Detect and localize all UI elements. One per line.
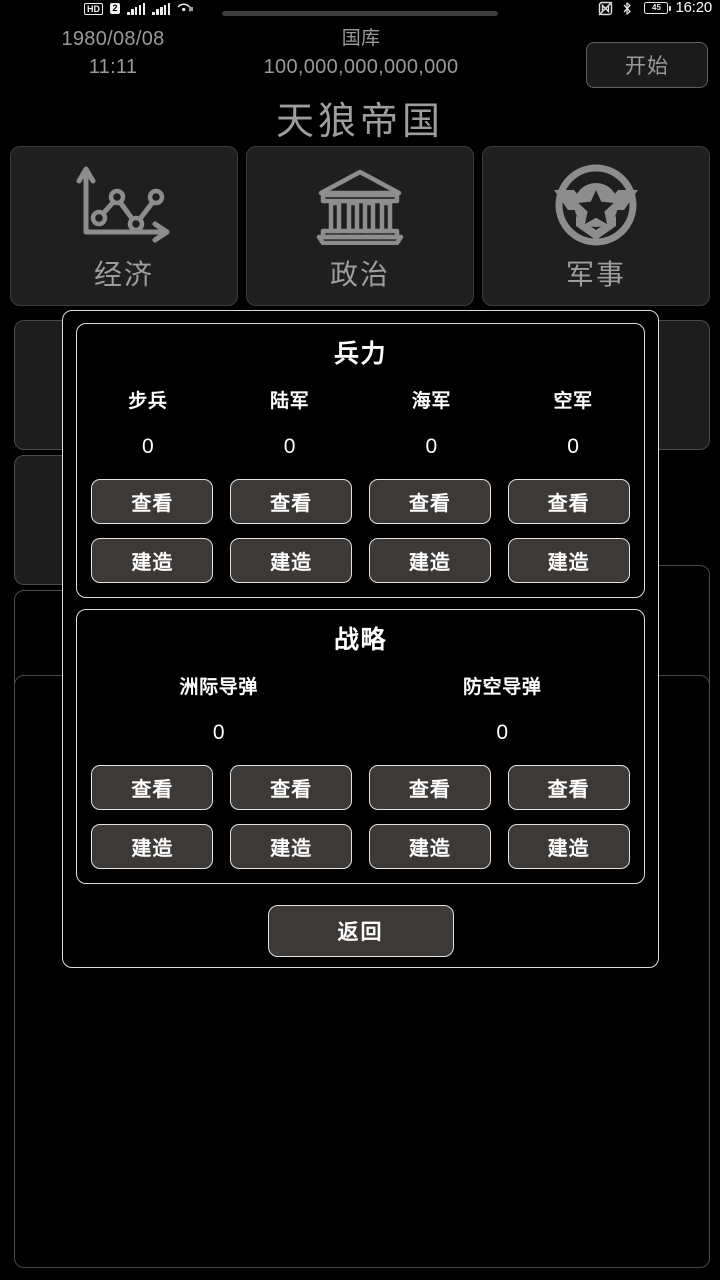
unit-cell-airforce: 空军 0 [502,386,644,459]
category-card-economy[interactable]: 经济 [10,146,238,306]
unit-value-icbm: 0 [212,721,225,744]
category-card-military[interactable]: 军事 [482,146,710,306]
unit-cell-infantry: 步兵 0 [77,386,219,459]
view-button-army[interactable]: 查看 [230,479,353,524]
strategy-build-button-row: 建造 建造 建造 建造 [77,824,644,869]
section-title-strategy: 战略 [333,626,387,654]
strategy-unit-row: 洲际导弹 0 防空导弹 0 [77,672,644,745]
category-label-economy: 经济 [93,259,154,290]
game-date: 1980/08/08 [61,28,165,50]
signal-bars-icon-1 [127,2,146,15]
unit-value-army: 0 [283,435,296,458]
section-strategy: 战略 洲际导弹 0 防空导弹 0 查看 查看 查看 查看 建造 建造 建造 建造 [76,609,645,884]
unit-cell-army: 陆军 0 [219,386,361,459]
view-button-airforce[interactable]: 查看 [507,479,630,524]
unit-name-icbm: 洲际导弹 [179,677,258,698]
military-modal: 兵力 步兵 0 陆军 0 海军 0 空军 0 查看 查看 查看 查看 建造 建造… [62,310,659,968]
unit-name-navy: 海军 [411,391,451,412]
wifi-icon [177,1,193,16]
unit-name-airforce: 空军 [553,391,593,412]
build-button-strategy-3[interactable]: 建造 [368,824,491,869]
status-bar-right: 45 16:20 [598,0,712,16]
unit-name-sam: 防空导弹 [463,677,542,698]
troops-view-button-row: 查看 查看 查看 查看 [77,479,644,524]
treasury-value: 100,000,000,000,000 [263,56,459,78]
unit-cell-icbm: 洲际导弹 0 [77,672,361,745]
battery-level-text: 45 [652,3,661,12]
game-date-block: 1980/08/08 11:11 [18,25,208,81]
military-badge-icon [550,159,642,251]
nfc-off-icon [598,1,614,16]
hd-badge-icon: HD [84,2,103,15]
game-screen: 1980 HD 2 [0,0,720,1280]
view-button-strategy-1[interactable]: 查看 [91,765,214,810]
strategy-view-button-row: 查看 查看 查看 查看 [77,765,644,810]
build-button-navy[interactable]: 建造 [368,538,491,583]
signal-bars-icon-2 [152,2,171,15]
troops-unit-row: 步兵 0 陆军 0 海军 0 空军 0 [77,386,644,459]
section-troops: 兵力 步兵 0 陆军 0 海军 0 空军 0 查看 查看 查看 查看 建造 建造… [76,323,645,598]
unit-value-sam: 0 [496,721,509,744]
line-chart-icon [72,159,176,251]
treasury-label: 国库 [341,28,381,49]
category-label-politics: 政治 [329,259,390,290]
category-card-politics[interactable]: 政治 [246,146,474,306]
section-title-troops: 兵力 [333,340,387,368]
unit-cell-navy: 海军 0 [361,386,503,459]
bank-building-icon [313,159,407,251]
build-button-strategy-2[interactable]: 建造 [230,824,353,869]
start-button[interactable]: 开始 [586,42,708,88]
back-button-wrap: 返回 [76,905,645,957]
category-label-military: 军事 [565,259,626,290]
battery-icon: 45 [644,2,672,14]
view-button-strategy-2[interactable]: 查看 [230,765,353,810]
back-button[interactable]: 返回 [267,905,454,957]
view-button-infantry[interactable]: 查看 [91,479,214,524]
category-cards: 经济 政治 军事 [10,146,710,306]
sim2-badge-icon: 2 [110,3,121,14]
view-button-navy[interactable]: 查看 [368,479,491,524]
build-button-airforce[interactable]: 建造 [507,538,630,583]
treasury-block: 国库 100,000,000,000,000 [255,25,467,81]
build-button-army[interactable]: 建造 [230,538,353,583]
view-button-strategy-4[interactable]: 查看 [507,765,630,810]
game-header: 1980/08/08 11:11 国库 100,000,000,000,000 … [0,22,720,88]
build-button-strategy-4[interactable]: 建造 [507,824,630,869]
game-time: 11:11 [88,56,138,78]
empire-title: 天狼帝国 [275,101,444,143]
status-bar-left: HD 2 [84,1,193,16]
build-button-infantry[interactable]: 建造 [91,538,214,583]
unit-value-infantry: 0 [142,435,154,458]
unit-name-army: 陆军 [270,391,310,412]
gesture-indicator-bar [222,11,498,16]
troops-build-button-row: 建造 建造 建造 建造 [77,538,644,583]
view-button-strategy-3[interactable]: 查看 [368,765,491,810]
unit-name-infantry: 步兵 [128,391,168,412]
bluetooth-icon [621,1,637,16]
unit-value-airforce: 0 [567,435,579,458]
build-button-strategy-1[interactable]: 建造 [91,824,214,869]
unit-cell-sam: 防空导弹 0 [361,672,645,745]
status-bar: HD 2 45 16:20 [0,0,720,22]
status-bar-clock: 16:20 [675,0,712,16]
unit-value-navy: 0 [425,435,438,458]
